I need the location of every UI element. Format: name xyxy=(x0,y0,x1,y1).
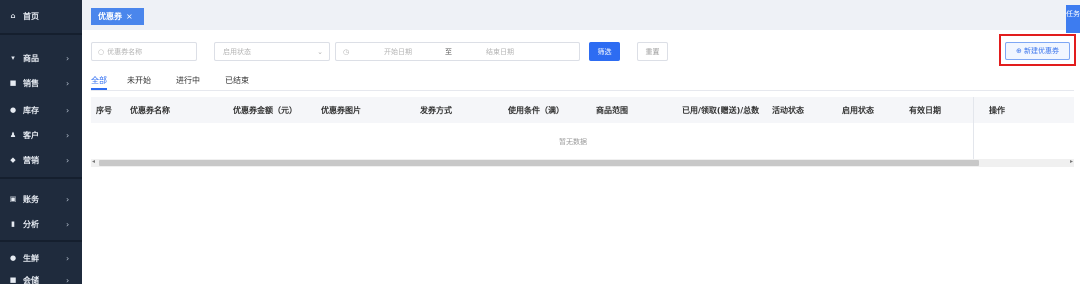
home-icon: ⌂ xyxy=(10,12,16,20)
chevron-right-icon: › xyxy=(66,155,70,165)
chevron-right-icon: › xyxy=(66,219,70,229)
range-separator: 至 xyxy=(445,47,452,56)
col-valid-date: 有效日期 xyxy=(909,105,941,115)
task-button[interactable]: 任务 xyxy=(1066,5,1080,33)
col-index: 序号 xyxy=(96,105,112,115)
col-coupon-amount: 优惠券金额（元） xyxy=(233,105,297,115)
clock-icon: ◷ xyxy=(343,47,350,56)
marketing-icon: ◆ xyxy=(10,156,16,164)
col-issue-method: 发券方式 xyxy=(420,105,452,115)
empty-state: 暂无数据 xyxy=(559,138,587,146)
sidebar-item-store[interactable]: ■ 会储 › xyxy=(8,270,82,290)
scrollbar-thumb[interactable] xyxy=(99,160,979,166)
sidebar-item-label: 营销 xyxy=(23,155,39,165)
tab-all[interactable]: 全部 xyxy=(91,75,107,86)
customer-icon: ♟ xyxy=(9,131,17,139)
sales-icon: ■ xyxy=(9,79,17,87)
store-icon: ■ xyxy=(9,276,17,284)
chevron-right-icon: › xyxy=(66,130,70,140)
search-icon: ○ xyxy=(98,47,105,56)
sidebar-item-fresh[interactable]: ● 生鲜 › xyxy=(8,248,82,268)
sidebar-item-analysis[interactable]: ▮ 分析 › xyxy=(8,214,82,234)
tab-in-progress[interactable]: 进行中 xyxy=(176,75,200,86)
chevron-right-icon: › xyxy=(66,105,70,115)
end-date-placeholder: 结束日期 xyxy=(486,47,514,56)
col-usage-stats: 已用/领取(赠送)/总数 xyxy=(682,105,760,115)
sidebar-item-label: 生鲜 xyxy=(23,253,39,263)
sidebar-item-customers[interactable]: ♟ 客户 › xyxy=(8,125,82,145)
sidebar-item-sales[interactable]: ■ 销售 › xyxy=(8,73,82,93)
col-product-scope: 商品范围 xyxy=(596,105,628,115)
highlight-box: ⊕ 新建优惠券 xyxy=(999,34,1076,66)
tabs-divider xyxy=(91,90,1074,91)
chart-icon: ▮ xyxy=(11,220,15,228)
scroll-right-icon[interactable]: ▸ xyxy=(1070,158,1073,165)
sidebar-item-label: 商品 xyxy=(23,53,39,63)
sidebar-item-label: 库存 xyxy=(23,105,39,115)
col-activity-status: 活动状态 xyxy=(772,105,804,115)
chevron-right-icon: › xyxy=(66,53,70,63)
stock-icon: ● xyxy=(9,106,17,114)
status-select[interactable]: 启用状态 ⌄ xyxy=(214,42,330,61)
coupon-name-input[interactable]: ○ 优惠券名称 xyxy=(91,42,197,61)
tab-coupons[interactable]: 优惠券 × xyxy=(91,8,144,25)
table-header: 序号 优惠券名称 优惠券金额（元） 优惠券图片 发券方式 使用条件（满） 商品范… xyxy=(91,97,1074,123)
sidebar-divider xyxy=(0,177,82,179)
sidebar-item-label: 销售 xyxy=(23,78,39,88)
col-usage-condition: 使用条件（满） xyxy=(508,105,564,115)
sidebar: ⌂ 首页 ▾ 商品 › ■ 销售 › ● 库存 › ♟ 客户 › ◆ 营销 › ▣ 账务 › ▮ 分析 › ●… xyxy=(0,0,82,285)
sidebar-divider xyxy=(0,240,82,242)
col-enable-status: 启用状态 xyxy=(842,105,874,115)
main-content: 优惠券 × 任务 ○ 优惠券名称 启用状态 ⌄ ◷ 开始日期 至 结束日期 筛选… xyxy=(82,0,1080,284)
search-button[interactable]: 筛选 xyxy=(589,42,620,61)
start-date-placeholder: 开始日期 xyxy=(384,47,412,56)
account-icon: ▣ xyxy=(9,195,17,203)
chevron-right-icon: › xyxy=(66,253,70,263)
new-coupon-button[interactable]: ⊕ 新建优惠券 xyxy=(1005,42,1070,60)
close-icon[interactable]: × xyxy=(126,12,133,21)
fresh-icon: ● xyxy=(9,254,17,262)
sidebar-item-label: 账务 xyxy=(23,194,39,204)
col-coupon-name: 优惠券名称 xyxy=(130,105,170,115)
tab-ended[interactable]: 已结束 xyxy=(225,75,249,86)
chevron-right-icon: › xyxy=(66,78,70,88)
chevron-right-icon: › xyxy=(66,275,70,285)
sidebar-item-marketing[interactable]: ◆ 营销 › xyxy=(8,150,82,170)
sidebar-divider xyxy=(0,33,82,35)
scroll-left-icon[interactable]: ◂ xyxy=(92,158,95,165)
actions-column xyxy=(973,97,1065,159)
date-range-picker[interactable]: ◷ 开始日期 至 结束日期 xyxy=(335,42,580,61)
tab-bar: 优惠券 × 任务 xyxy=(82,0,1080,33)
chevron-right-icon: › xyxy=(66,194,70,204)
status-placeholder: 启用状态 xyxy=(223,47,251,56)
sidebar-item-products[interactable]: ▾ 商品 › xyxy=(8,48,82,68)
chevron-down-icon: ⌄ xyxy=(317,47,323,56)
sidebar-item-accounts[interactable]: ▣ 账务 › xyxy=(8,189,82,209)
sidebar-item-label: 客户 xyxy=(23,130,39,140)
sidebar-item-home[interactable]: ⌂ 首页 xyxy=(8,6,82,26)
horizontal-scrollbar[interactable]: ◂ ▸ xyxy=(91,158,1074,167)
cart-icon: ▾ xyxy=(11,54,15,62)
tab-not-started[interactable]: 未开始 xyxy=(127,75,151,86)
sidebar-item-label: 首页 xyxy=(23,11,39,21)
sidebar-item-label: 分析 xyxy=(23,219,39,229)
sidebar-item-stock[interactable]: ● 库存 › xyxy=(8,100,82,120)
coupon-name-placeholder: 优惠券名称 xyxy=(107,47,143,56)
col-coupon-image: 优惠券图片 xyxy=(321,105,361,115)
tab-label: 优惠券 xyxy=(98,12,122,21)
reset-button[interactable]: 重置 xyxy=(637,42,668,61)
